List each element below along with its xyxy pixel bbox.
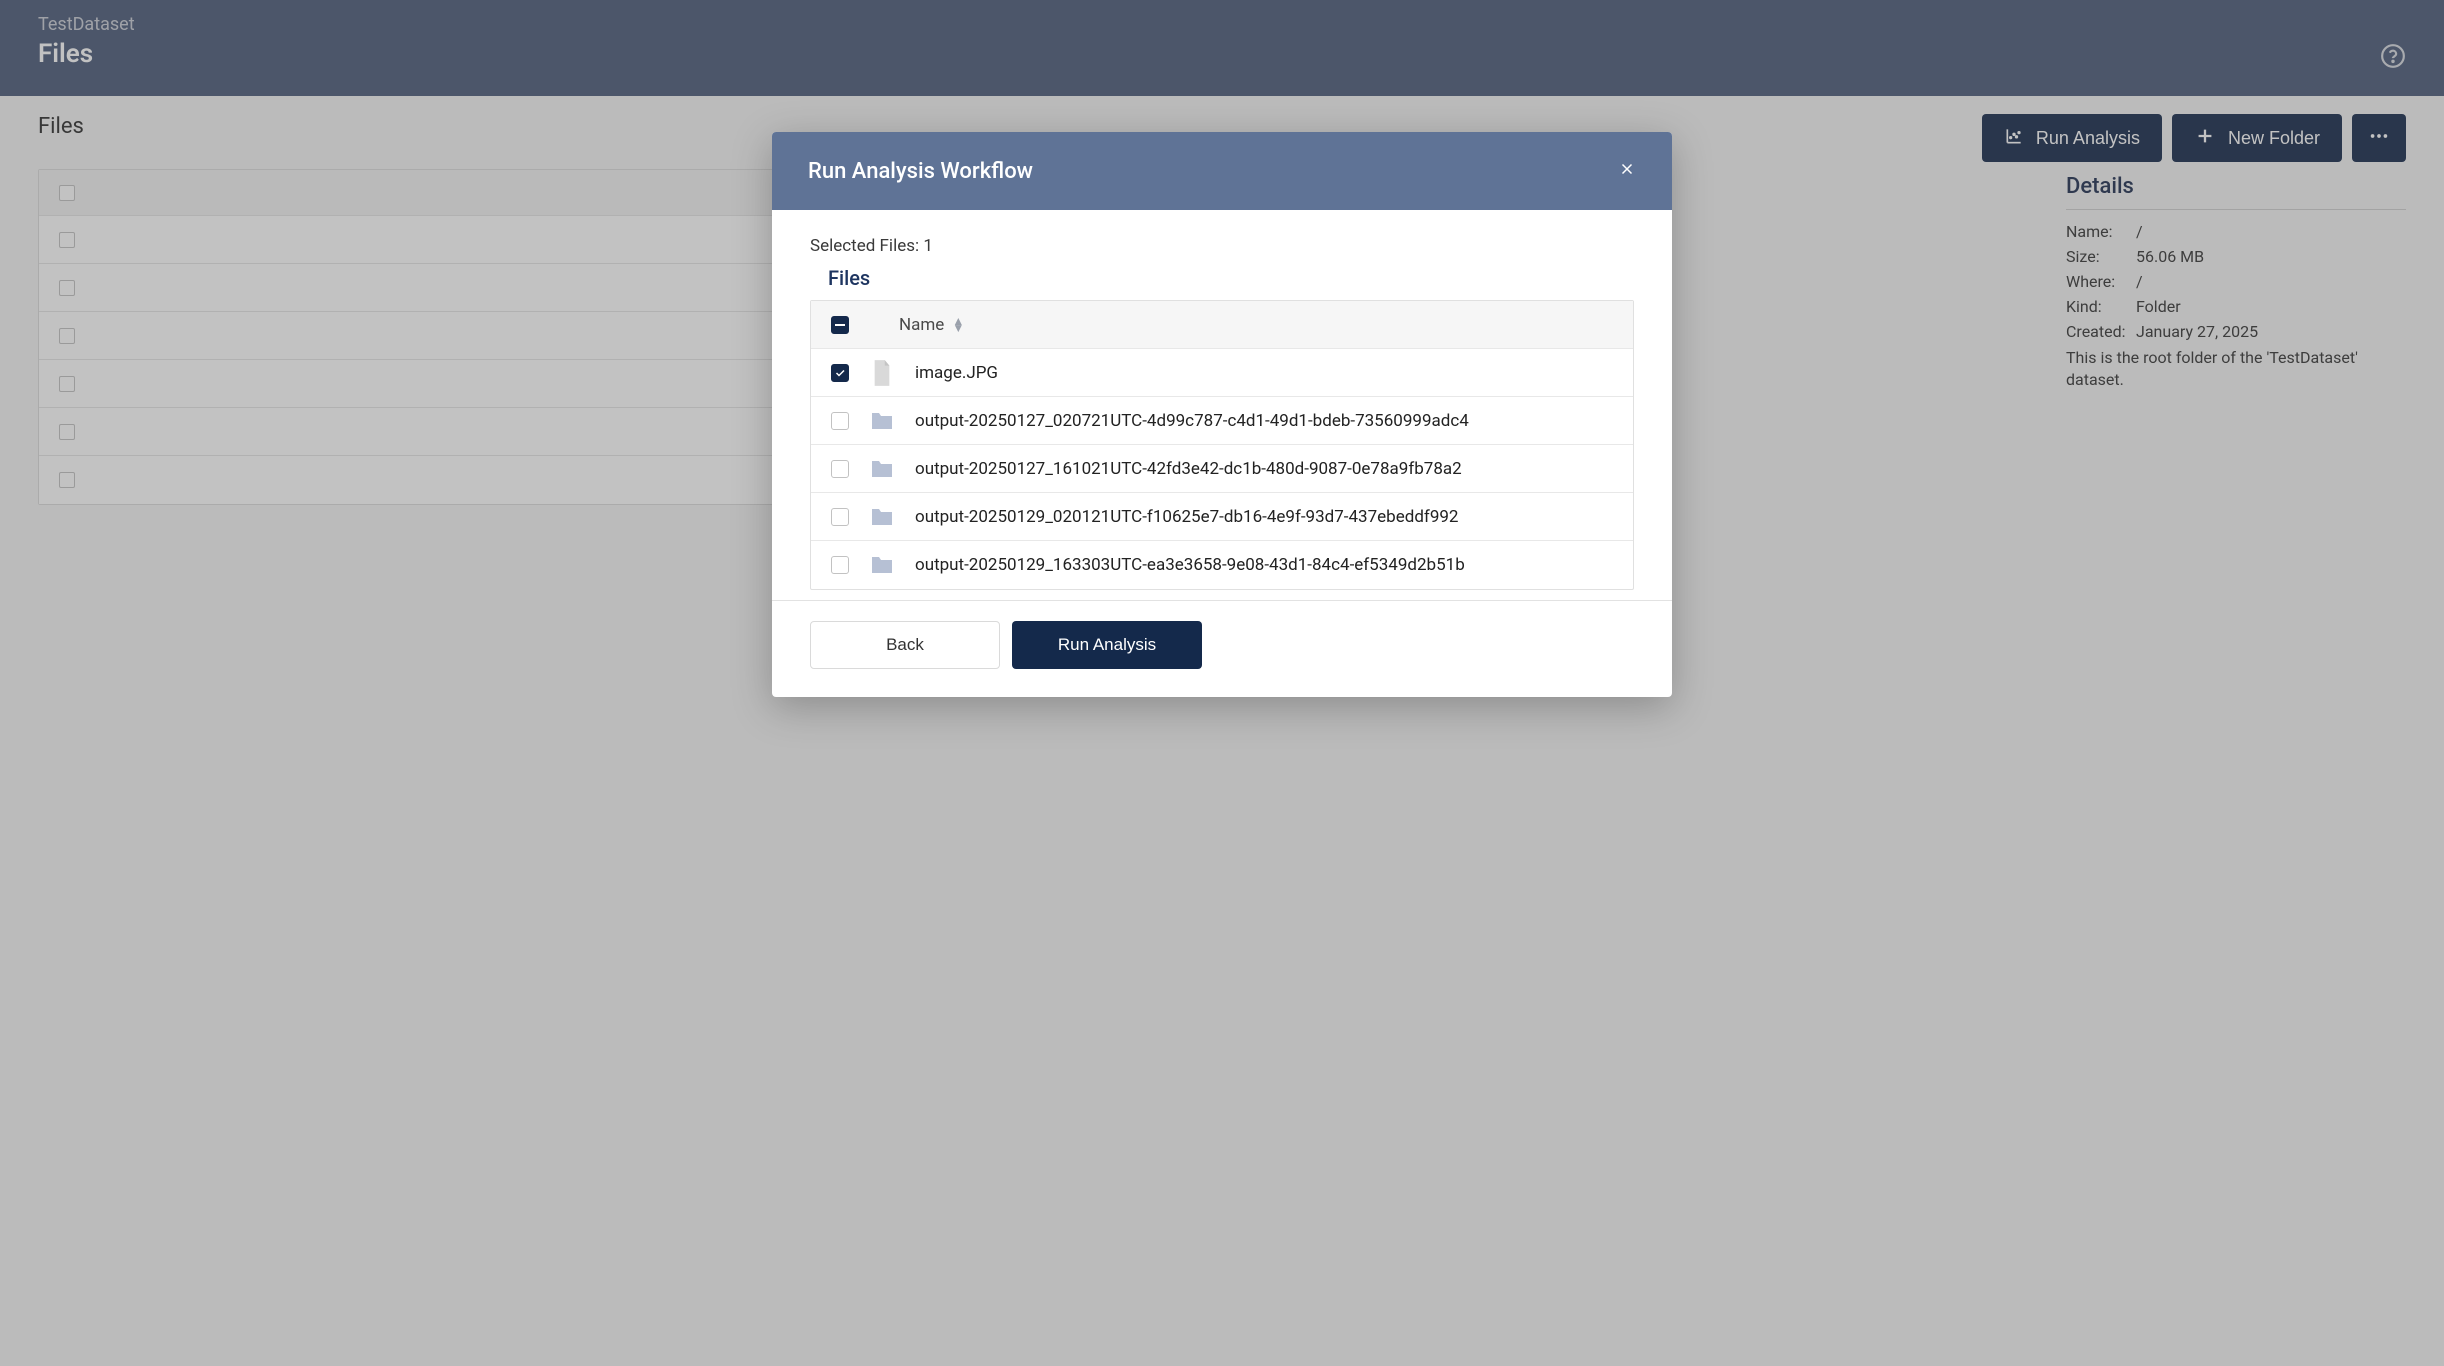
file-name: output-20250129_020121UTC-f10625e7-db16-… [915, 507, 1613, 527]
modal-table-header: Name ▲▼ [811, 301, 1633, 349]
folder-icon [869, 555, 895, 575]
name-column-header[interactable]: Name ▲▼ [899, 315, 964, 335]
modal-overlay[interactable]: Run Analysis Workflow Selected Files: 1 … [0, 0, 2444, 1366]
row-checkbox[interactable] [831, 412, 849, 430]
modal-title: Run Analysis Workflow [808, 159, 1033, 184]
name-column-label: Name [899, 315, 944, 335]
modal-files-heading: Files [828, 266, 1634, 290]
file-name: image.JPG [915, 363, 1613, 383]
modal-file-row[interactable]: image.JPG [811, 349, 1633, 397]
modal-file-row[interactable]: output-20250127_161021UTC-42fd3e42-dc1b-… [811, 445, 1633, 493]
row-checkbox[interactable] [831, 364, 849, 382]
modal-file-row[interactable]: output-20250127_020721UTC-4d99c787-c4d1-… [811, 397, 1633, 445]
folder-icon [869, 411, 895, 431]
row-checkbox[interactable] [831, 508, 849, 526]
folder-icon [869, 459, 895, 479]
run-analysis-submit-button[interactable]: Run Analysis [1012, 621, 1202, 669]
back-button[interactable]: Back [810, 621, 1000, 669]
close-icon[interactable] [1618, 159, 1636, 183]
file-name: output-20250129_163303UTC-ea3e3658-9e08-… [915, 555, 1613, 575]
file-icon [869, 360, 895, 386]
modal-footer: Back Run Analysis [772, 600, 1672, 697]
run-analysis-modal: Run Analysis Workflow Selected Files: 1 … [772, 132, 1672, 697]
file-name: output-20250127_020721UTC-4d99c787-c4d1-… [915, 411, 1613, 431]
modal-file-table: Name ▲▼ image.JPG [810, 300, 1634, 590]
folder-icon [869, 507, 895, 527]
modal-file-row[interactable]: output-20250129_020121UTC-f10625e7-db16-… [811, 493, 1633, 541]
file-name: output-20250127_161021UTC-42fd3e42-dc1b-… [915, 459, 1613, 479]
modal-header: Run Analysis Workflow [772, 132, 1672, 210]
selected-files-count: Selected Files: 1 [810, 236, 1634, 256]
row-checkbox[interactable] [831, 460, 849, 478]
sort-icon: ▲▼ [952, 318, 964, 332]
modal-file-row[interactable]: output-20250129_163303UTC-ea3e3658-9e08-… [811, 541, 1633, 589]
select-all-checkbox[interactable] [831, 316, 849, 334]
row-checkbox[interactable] [831, 556, 849, 574]
